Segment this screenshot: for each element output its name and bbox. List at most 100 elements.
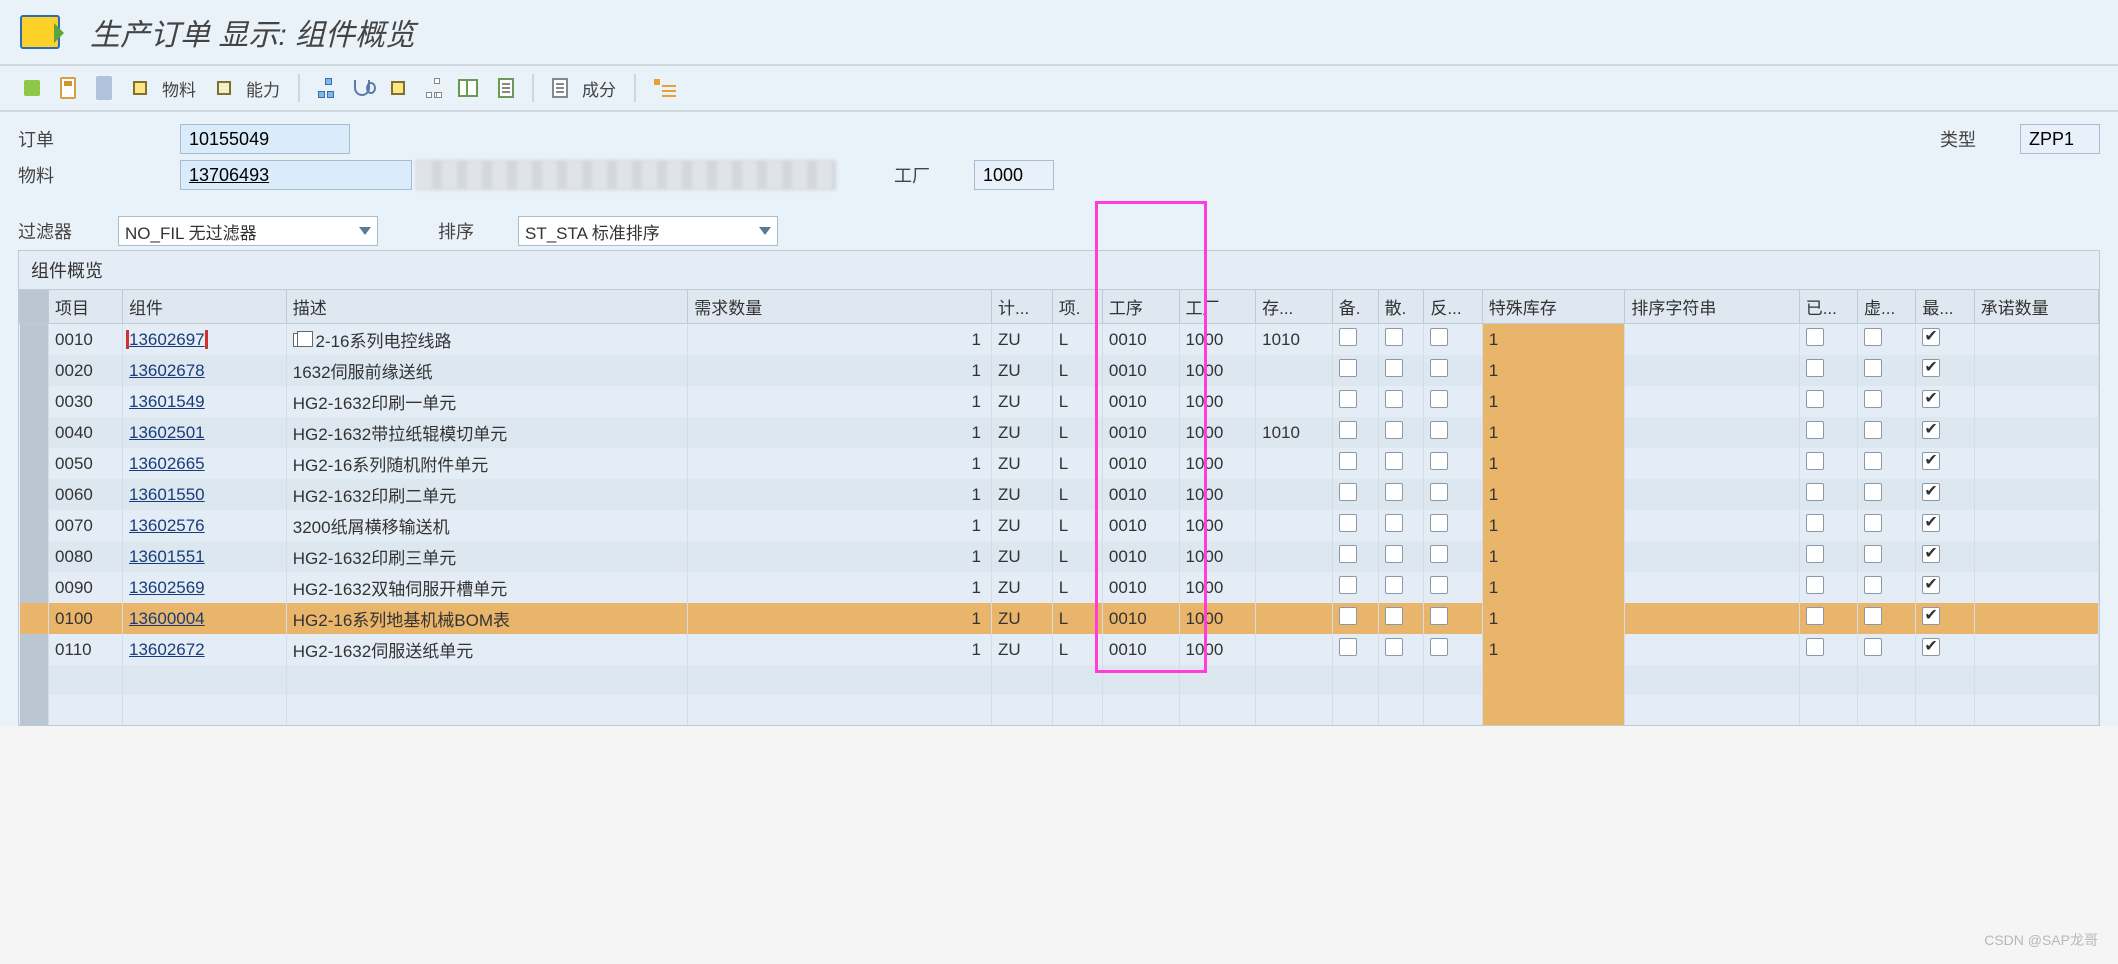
row-selector[interactable] [20,386,49,417]
cell-component[interactable]: 13600004 [123,603,287,634]
table-row[interactable]: 0110 13602672 HG2-1632伺服送纸单元 1 ZU L 0010… [20,634,2099,665]
cell-bk[interactable] [1332,572,1378,603]
cell-xn[interactable] [1858,386,1916,417]
box-button[interactable] [384,74,412,102]
coffee-button[interactable] [348,74,376,102]
cell-sd[interactable] [1378,324,1424,356]
col-selector[interactable] [20,290,49,324]
col-sloc[interactable]: 存... [1256,290,1333,324]
cell-xn[interactable] [1858,541,1916,572]
col-spstock[interactable]: 特殊库存 [1482,290,1625,324]
cell-fj[interactable] [1424,510,1482,541]
cell-bk[interactable] [1332,603,1378,634]
calc-button[interactable] [90,74,118,102]
col-sortstr[interactable]: 排序字符串 [1625,290,1799,324]
cell-zd[interactable] [1916,634,1974,665]
cell-zd[interactable] [1916,355,1974,386]
cell-component[interactable]: 13602576 [123,510,287,541]
row-selector[interactable] [20,448,49,479]
cell-xn[interactable] [1858,603,1916,634]
order-field[interactable] [180,124,350,154]
row-selector[interactable] [20,355,49,386]
cell-bk[interactable] [1332,541,1378,572]
col-op[interactable]: 工序 [1102,290,1179,324]
list-button[interactable] [492,74,520,102]
cell-yj[interactable] [1799,355,1857,386]
cell-yj[interactable] [1799,541,1857,572]
cell-zd[interactable] [1916,448,1974,479]
cell-component[interactable]: 13601551 [123,541,287,572]
table-row[interactable]: 0010 13602697 2-16系列电控线路 1 ZU L 0010 100… [20,324,2099,356]
row-selector[interactable] [20,324,49,356]
table-row[interactable]: 0090 13602569 HG2-1632双轴伺服开槽单元 1 ZU L 00… [20,572,2099,603]
cell-sd[interactable] [1378,541,1424,572]
filter-combo[interactable]: NO_FIL 无过滤器 [118,216,378,246]
cell-component[interactable]: 13602665 [123,448,287,479]
cell-sd[interactable] [1378,510,1424,541]
col-zd[interactable]: 最... [1916,290,1974,324]
col-bk[interactable]: 备. [1332,290,1378,324]
row-selector[interactable] [20,572,49,603]
row-selector[interactable] [20,479,49,510]
cell-yj[interactable] [1799,324,1857,356]
col-yj[interactable]: 已... [1799,290,1857,324]
cell-yj[interactable] [1799,572,1857,603]
col-description[interactable]: 描述 [286,290,687,324]
cell-fj[interactable] [1424,479,1482,510]
cell-zd[interactable] [1916,572,1974,603]
cell-fj[interactable] [1424,324,1482,356]
cell-sd[interactable] [1378,572,1424,603]
col-item[interactable]: 项目 [49,290,123,324]
cell-sd[interactable] [1378,448,1424,479]
row-selector[interactable] [20,603,49,634]
cell-component[interactable]: 13602569 [123,572,287,603]
row-selector[interactable] [20,541,49,572]
flag-button[interactable] [18,74,46,102]
cell-bk[interactable] [1332,417,1378,448]
col-component[interactable]: 组件 [123,290,287,324]
cell-yj[interactable] [1799,386,1857,417]
col-unit[interactable]: 计... [992,290,1053,324]
value-help-icon[interactable] [293,333,311,347]
cell-zd[interactable] [1916,541,1974,572]
col-qty[interactable]: 需求数量 [688,290,992,324]
table-row[interactable]: 0050 13602665 HG2-16系列随机附件单元 1 ZU L 0010… [20,448,2099,479]
cell-bk[interactable] [1332,634,1378,665]
col-itemcat[interactable]: 项. [1052,290,1102,324]
cell-component[interactable]: 13601549 [123,386,287,417]
cell-sd[interactable] [1378,355,1424,386]
table-row[interactable]: 0020 13602678 1632伺服前缘送纸 1 ZU L 0010 100… [20,355,2099,386]
cell-bk[interactable] [1332,510,1378,541]
cell-yj[interactable] [1799,448,1857,479]
cell-sd[interactable] [1378,386,1424,417]
cell-yj[interactable] [1799,510,1857,541]
cell-fj[interactable] [1424,634,1482,665]
cell-zd[interactable] [1916,603,1974,634]
cell-fj[interactable] [1424,448,1482,479]
cell-yj[interactable] [1799,603,1857,634]
cell-fj[interactable] [1424,386,1482,417]
cell-fj[interactable] [1424,541,1482,572]
table-row[interactable]: 0070 13602576 3200纸屑横移输送机 1 ZU L 0010 10… [20,510,2099,541]
cell-fj[interactable] [1424,603,1482,634]
cell-component[interactable]: 13602501 [123,417,287,448]
stack-button[interactable] [456,74,484,102]
material-button[interactable] [126,74,154,102]
cell-fj[interactable] [1424,355,1482,386]
cell-component[interactable]: 13601550 [123,479,287,510]
cell-yj[interactable] [1799,417,1857,448]
cell-zd[interactable] [1916,510,1974,541]
table-row[interactable]: 0080 13601551 HG2-1632印刷三单元 1 ZU L 0010 … [20,541,2099,572]
struct-button[interactable] [648,74,676,102]
cell-fj[interactable] [1424,417,1482,448]
table-row[interactable]: 0060 13601550 HG2-1632印刷二单元 1 ZU L 0010 … [20,479,2099,510]
cell-component[interactable]: 13602697 [123,324,287,356]
cell-bk[interactable] [1332,448,1378,479]
cell-zd[interactable] [1916,324,1974,356]
row-selector[interactable] [20,634,49,665]
cell-component[interactable]: 13602672 [123,634,287,665]
cell-xn[interactable] [1858,479,1916,510]
cell-sd[interactable] [1378,603,1424,634]
cell-component[interactable]: 13602678 [123,355,287,386]
schedule-button[interactable] [54,74,82,102]
